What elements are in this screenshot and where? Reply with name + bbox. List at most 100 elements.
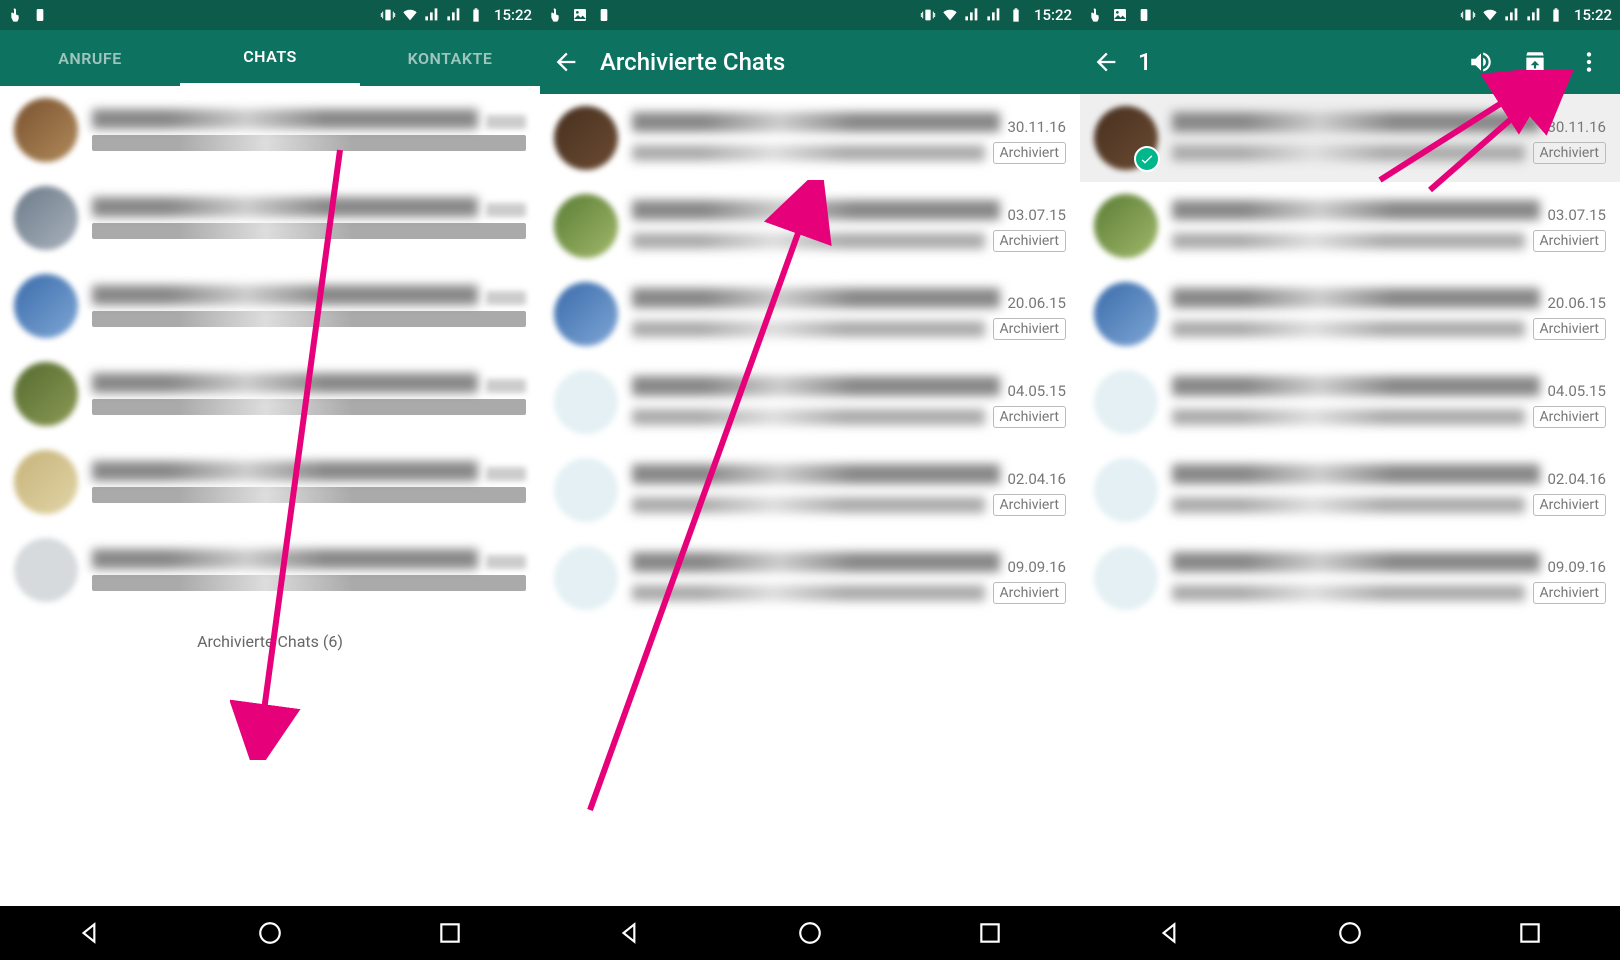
chat-date: 02.04.16 [1548,470,1607,488]
avatar[interactable] [554,546,618,610]
signal-icon-2 [1526,7,1542,23]
screen-archived-chats: 15:22 Archivierte Chats 30.11.16 Archivie… [540,0,1080,960]
archived-row[interactable]: 30.11.16 Archiviert [540,94,1080,182]
tab-chats[interactable]: CHATS [180,30,360,86]
home-nav-icon[interactable] [1337,920,1363,946]
tab-kontakte[interactable]: KONTAKTE [360,30,540,86]
avatar[interactable] [1094,282,1158,346]
chat-preview [92,399,526,415]
status-bar: 15:22 [540,0,1080,30]
contact-name [632,552,1000,572]
contact-name [632,464,1000,484]
archived-row[interactable]: 03.07.15Archiviert [540,182,1080,270]
archived-row[interactable]: 09.09.16Archiviert [1080,534,1620,622]
recents-nav-icon[interactable] [437,920,463,946]
archived-row[interactable]: 20.06.15Archiviert [1080,270,1620,358]
avatar[interactable] [1094,546,1158,610]
chat-row[interactable] [0,350,540,438]
signal-icon [424,7,440,23]
recents-nav-icon[interactable] [1517,920,1543,946]
avatar[interactable] [1094,194,1158,258]
chat-row[interactable] [0,262,540,350]
volume-icon[interactable] [1468,49,1494,75]
archived-row[interactable]: 04.05.15 Archiviert [1080,358,1620,446]
more-menu-icon[interactable] [1576,49,1602,75]
chat-preview [632,497,985,513]
contact-name [92,549,478,569]
chat-date: 02.04.16 [1008,470,1067,488]
back-arrow-icon[interactable] [552,48,580,76]
avatar[interactable] [554,282,618,346]
recents-nav-icon[interactable] [977,920,1003,946]
back-arrow-icon[interactable] [1092,48,1120,76]
status-time: 15:22 [494,6,532,24]
chat-row[interactable] [0,438,540,526]
avatar[interactable] [14,362,78,426]
status-time: 15:22 [1574,6,1612,24]
image-icon [1112,7,1128,23]
chat-preview [92,135,526,151]
home-nav-icon[interactable] [257,920,283,946]
screen-chats-tab: 15:22 ANRUFE CHATS KONTAKTE [0,0,540,960]
chat-date [486,467,526,481]
chat-row[interactable] [0,526,540,614]
chat-row[interactable] [0,86,540,174]
back-nav-icon[interactable] [77,920,103,946]
touch-icon [1088,7,1104,23]
chat-preview [92,223,526,239]
chat-preview [92,311,526,327]
app-bar: Archivierte Chats [540,30,1080,94]
chat-date: 03.07.15 [1008,206,1067,224]
signal-icon-2 [986,7,1002,23]
archived-row[interactable]: 09.09.16Archiviert [540,534,1080,622]
avatar[interactable] [14,274,78,338]
contact-name [1172,464,1540,484]
chat-date [486,115,526,129]
avatar[interactable] [14,450,78,514]
archived-row[interactable]: 03.07.15Archiviert [1080,182,1620,270]
selection-check-icon [1134,146,1160,172]
avatar[interactable] [14,98,78,162]
chat-preview [632,409,985,425]
archived-row[interactable]: 02.04.16Archiviert [540,446,1080,534]
chat-preview [92,487,526,503]
contact-name [1172,112,1540,132]
avatar[interactable] [1094,458,1158,522]
avatar[interactable] [14,186,78,250]
avatar[interactable] [554,370,618,434]
archived-chats-link[interactable]: Archivierte Chats (6) [0,614,540,673]
chat-preview [1172,497,1525,513]
chat-preview [1172,585,1525,601]
archived-row[interactable]: 20.06.15Archiviert [540,270,1080,358]
archived-badge: Archiviert [993,142,1066,164]
avatar[interactable] [554,458,618,522]
signal-icon [1504,7,1520,23]
contact-name [632,376,1000,396]
avatar[interactable] [554,194,618,258]
contact-name [632,288,1000,308]
status-bar: 15:22 [1080,0,1620,30]
tab-anrufe[interactable]: ANRUFE [0,30,180,86]
back-nav-icon[interactable] [1157,920,1183,946]
archived-row[interactable]: 02.04.16 Archiviert [1080,446,1620,534]
avatar[interactable] [1094,370,1158,434]
archived-badge: Archiviert [1533,406,1606,428]
unarchive-icon[interactable] [1522,49,1548,75]
speaker-icon [32,7,48,23]
chat-row[interactable] [0,174,540,262]
avatar[interactable] [14,538,78,602]
image-icon [572,7,588,23]
archived-list: 30.11.16Archiviert 03.07.15Archiviert 20… [1080,94,1620,906]
back-nav-icon[interactable] [617,920,643,946]
chat-date: 30.11.16 [1008,118,1067,136]
archived-badge: Archiviert [1533,494,1606,516]
archived-row[interactable]: 04.05.15Archiviert [540,358,1080,446]
contact-name [1172,288,1540,308]
archived-badge: Archiviert [993,582,1066,604]
chat-date: 20.06.15 [1008,294,1067,312]
home-nav-icon[interactable] [797,920,823,946]
avatar[interactable] [554,106,618,170]
chat-date: 04.05.15 [1548,382,1607,400]
archived-row-selected[interactable]: 30.11.16Archiviert [1080,94,1620,182]
contact-name [1172,552,1540,572]
